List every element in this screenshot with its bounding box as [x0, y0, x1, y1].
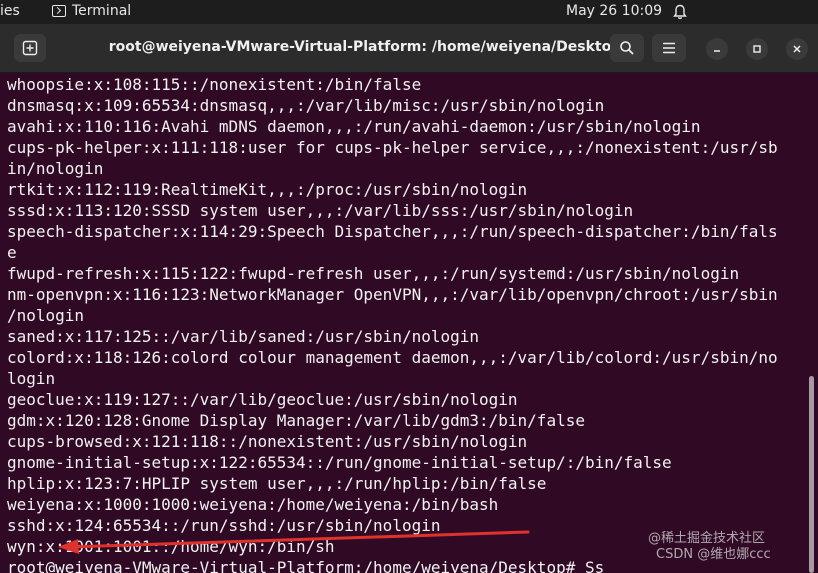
watermark-line-1: @稀土掘金技术社区 — [648, 531, 766, 546]
main-menu-button[interactable] — [652, 34, 686, 62]
terminal-line: speech-dispatcher:x:114:29:Speech Dispat… — [7, 222, 778, 241]
terminal-line: /nologin — [7, 306, 85, 325]
terminal-lines: whoopsie:x:108:115::/nonexistent:/bin/fa… — [7, 74, 778, 573]
new-tab-button[interactable] — [14, 34, 46, 62]
terminal-line: colord:x:118:126:colord colour managemen… — [7, 348, 778, 367]
terminal-line: hplip:x:123:7:HPLIP system user,,,:/run/… — [7, 474, 547, 493]
terminal-line: e — [7, 243, 17, 262]
window-title: root@weiyena-VMware-Virtual-Platform: /h… — [108, 39, 622, 55]
app-menu-terminal[interactable]: Terminal — [52, 3, 131, 19]
close-button[interactable] — [786, 38, 808, 60]
terminal-line: sssd:x:113:120:SSSD system user,,,:/var/… — [7, 201, 634, 220]
terminal-icon — [52, 5, 66, 17]
minimize-button[interactable] — [706, 38, 728, 60]
terminal-line: weiyena:x:1000:1000:weiyena:/home/weiyen… — [7, 495, 499, 514]
minimize-icon — [714, 50, 720, 52]
terminal-line: nm-openvpn:x:116:123:NetworkManager Open… — [7, 285, 778, 304]
terminal-line: cups-browsed:x:121:118::/nonexistent:/us… — [7, 432, 528, 451]
terminal-line: gnome-initial-setup:x:122:65534::/run/gn… — [7, 453, 672, 472]
terminal-line: dnsmasq:x:109:65534:dnsmasq,,,:/var/lib/… — [7, 96, 605, 115]
close-icon — [793, 45, 801, 53]
terminal-line: fwupd-refresh:x:115:122:fwupd-refresh us… — [7, 264, 740, 283]
desktop-screen: ies Terminal May 26 10:09 root@weiyena-V… — [0, 0, 818, 573]
maximize-button[interactable] — [746, 38, 768, 60]
terminal-scrollbar[interactable] — [809, 376, 814, 573]
search-icon — [620, 41, 634, 55]
terminal-line: whoopsie:x:108:115::/nonexistent:/bin/fa… — [7, 75, 422, 94]
app-menu-label: Terminal — [72, 3, 132, 19]
terminal-output[interactable]: whoopsie:x:108:115::/nonexistent:/bin/fa… — [0, 73, 818, 573]
terminal-headerbar: root@weiyena-VMware-Virtual-Platform: /h… — [0, 24, 818, 73]
terminal-line: avahi:x:110:116:Avahi mDNS daemon,,,:/ru… — [7, 117, 701, 136]
terminal-line: in/nologin — [7, 159, 104, 178]
bell-icon[interactable] — [673, 4, 687, 20]
terminal-line: gdm:x:120:128:Gnome Display Manager:/var… — [7, 411, 585, 430]
terminal-line: rtkit:x:112:119:RealtimeKit,,,:/proc:/us… — [7, 180, 528, 199]
watermark: @稀土掘金技术社区 CSDN @维也娜ccc — [648, 531, 771, 563]
maximize-icon — [753, 45, 761, 53]
terminal-line: cups-pk-helper:x:111:118:user for cups-p… — [7, 138, 778, 157]
terminal-line: saned:x:117:125::/var/lib/saned:/usr/sbi… — [7, 327, 480, 346]
search-button[interactable] — [610, 34, 644, 62]
terminal-line: geoclue:x:119:127::/var/lib/geoclue:/usr… — [7, 390, 518, 409]
clock[interactable]: May 26 10:09 — [566, 3, 662, 19]
activities-button[interactable]: ies — [0, 3, 20, 19]
gnome-top-bar: ies Terminal May 26 10:09 — [0, 0, 818, 24]
new-tab-icon — [22, 40, 38, 56]
watermark-line-2: CSDN @维也娜ccc — [656, 547, 771, 562]
terminal-line: login — [7, 369, 56, 388]
hamburger-menu-icon — [663, 42, 675, 54]
